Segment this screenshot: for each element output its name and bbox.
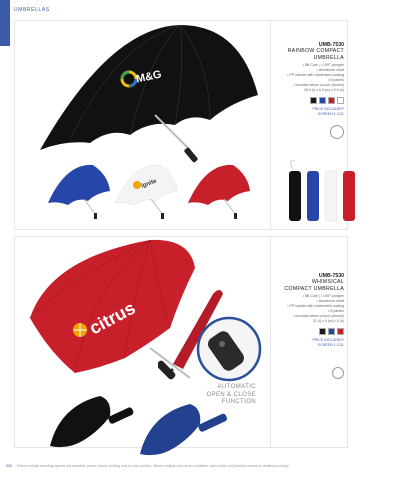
- swatch-black[interactable]: [310, 97, 317, 104]
- product-name-line2: COMPACT UMBRELLA: [284, 285, 344, 292]
- panel-divider: [270, 236, 271, 448]
- white-umbrella-image: [115, 164, 177, 219]
- print-detail: SCREEN 1 COL: [317, 343, 344, 347]
- swatch-blue[interactable]: [328, 328, 335, 335]
- pouches-image: [289, 160, 355, 222]
- swatch-black[interactable]: [319, 328, 326, 335]
- page-footer: 326 Where multiple branding options are …: [6, 464, 290, 468]
- feature-line: 31 (l) x 6 (w) x 5 (h): [312, 319, 344, 323]
- blue-umbrella-image: [48, 164, 110, 219]
- panel-divider: [270, 20, 271, 230]
- print-detail: SCREEN 1 COL: [317, 112, 344, 116]
- swatch-red[interactable]: [328, 97, 335, 104]
- blue-umbrella-small-image: [140, 404, 228, 456]
- main-black-umbrella-image: [40, 25, 258, 163]
- product-name: RAINBOW COMPACT UMBRELLA: [287, 48, 344, 61]
- swatch-blue[interactable]: [319, 97, 326, 104]
- feature-line: 28.5 (l) x 6.5 (w) x 5.5 (h): [303, 88, 344, 92]
- swatch-white[interactable]: [337, 97, 344, 104]
- product-info-whimsical: UMB-7530 WHIMSICAL COMPACT UMBRELLA • 8B…: [278, 273, 344, 348]
- color-swatches: [278, 328, 344, 335]
- category-title: UMBRELLAS: [14, 7, 50, 13]
- citrus-logo: [73, 323, 87, 337]
- color-swatches: [278, 97, 344, 104]
- black-umbrella-small-image: [50, 396, 134, 448]
- page-number: 326: [6, 464, 12, 468]
- panel-count-icon: [332, 367, 344, 379]
- footer-disclaimer: Where multiple branding options are avai…: [16, 464, 290, 468]
- section-tab: [0, 0, 10, 46]
- caption-line: OPEN & CLOSE: [206, 391, 256, 398]
- caption-line: AUTOMATIC: [217, 384, 256, 390]
- swatch-red[interactable]: [337, 328, 344, 335]
- handle-image: [158, 360, 176, 380]
- red-umbrella-image: [188, 164, 250, 219]
- product-info-rainbow: UMB-7530 RAINBOW COMPACT UMBRELLA • 8B C…: [278, 42, 344, 117]
- panel-count-icon: [330, 125, 344, 139]
- auto-button-detail-image: [196, 316, 262, 382]
